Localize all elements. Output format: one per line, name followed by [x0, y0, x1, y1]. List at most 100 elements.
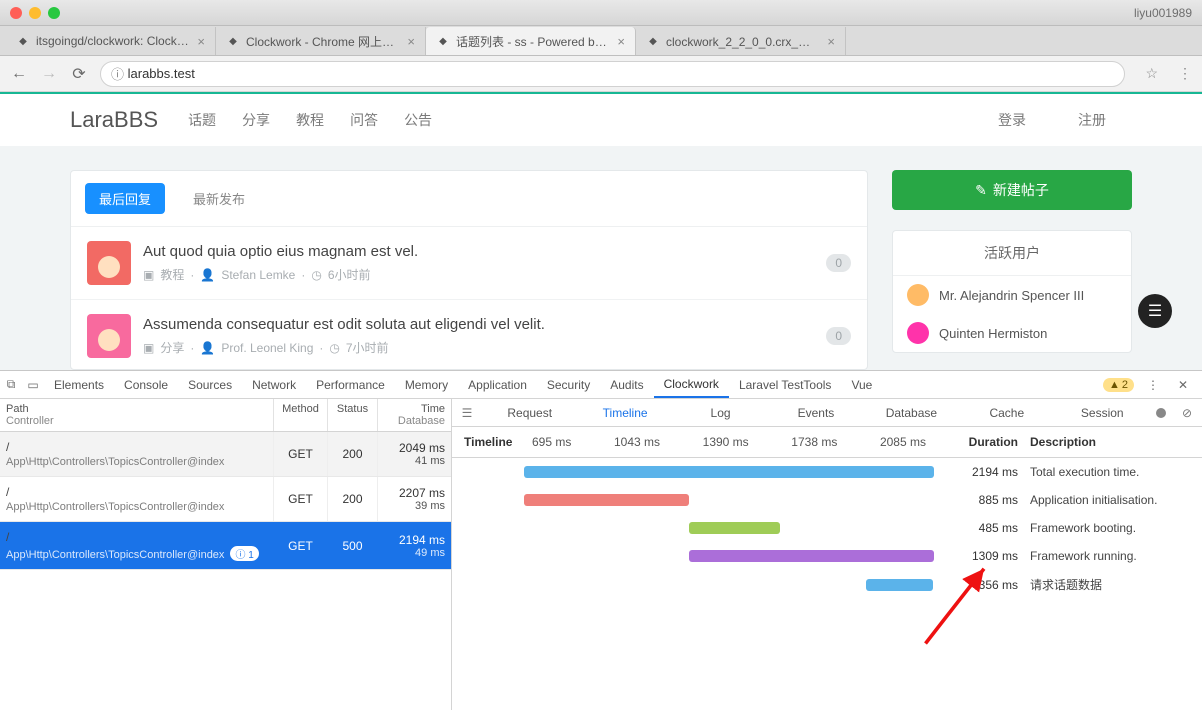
device-icon[interactable]: ▭: [22, 378, 44, 392]
tab-close-icon[interactable]: ×: [407, 34, 415, 49]
active-users-panel: 活跃用户 Mr. Alejandrin Spencer IIIQuinten H…: [892, 230, 1132, 353]
timeline-description: Application initialisation.: [1030, 493, 1190, 507]
timeline-duration: 356 ms: [944, 578, 1018, 592]
site-brand[interactable]: LaraBBS: [70, 107, 158, 133]
avatar: [87, 314, 131, 358]
topic-row[interactable]: Aut quod quia optio eius magnam est vel.…: [71, 227, 867, 300]
timeline-row: 2194 ms Total execution time.: [452, 458, 1202, 486]
tab-close-icon[interactable]: ×: [617, 34, 625, 49]
devtools-tab[interactable]: Application: [458, 371, 537, 398]
new-topic-label: 新建帖子: [993, 180, 1049, 200]
favicon-icon: ◆: [646, 34, 660, 48]
page-body: LaraBBS 话题 分享 教程 问答 公告 登录 注册 最后回复 最新发布 Aut q…: [0, 92, 1202, 370]
devtools-tab[interactable]: Memory: [395, 371, 458, 398]
tab-close-icon[interactable]: ×: [197, 34, 205, 49]
nav-link[interactable]: 教程: [296, 112, 324, 128]
filter-last-reply[interactable]: 最后回复: [85, 183, 165, 214]
browser-tab[interactable]: ◆clockwork_2_2_0_0.crx_免费高×: [636, 27, 846, 55]
topic-row[interactable]: Assumenda consequatur est odit soluta au…: [71, 300, 867, 370]
favicon-icon: ◆: [16, 34, 30, 48]
tab-close-icon[interactable]: ×: [827, 34, 835, 49]
devtools-tab[interactable]: Clockwork: [654, 371, 729, 398]
devtools-tab[interactable]: Console: [114, 371, 178, 398]
devtools-tab[interactable]: Elements: [44, 371, 114, 398]
nav-link[interactable]: 分享: [242, 112, 270, 128]
clockwork-subtabs: ☰ RequestTimelineLogEventsDatabaseCacheS…: [452, 399, 1202, 427]
nav-link[interactable]: 公告: [404, 112, 432, 128]
timeline-tick: 1390 ms: [703, 435, 749, 449]
col-description: Description: [1030, 435, 1190, 449]
clockwork-subtab[interactable]: Cache: [959, 406, 1054, 420]
timeline-duration: 885 ms: [944, 493, 1018, 507]
close-window-icon[interactable]: [10, 7, 22, 19]
timeline-bar: [524, 466, 934, 478]
register-link[interactable]: 注册: [1078, 110, 1106, 130]
address-bar[interactable]: ⓘ larabbs.test: [100, 61, 1125, 87]
col-time: Time: [384, 403, 445, 415]
devtools-tab[interactable]: Vue: [841, 371, 882, 398]
clear-icon[interactable]: ⊘: [1172, 406, 1202, 420]
clockwork-subtab[interactable]: Database: [864, 406, 959, 420]
browser-tab[interactable]: ◆Clockwork - Chrome 网上应用×: [216, 27, 426, 55]
user-icon: 👤: [200, 341, 215, 355]
timeline-description: Total execution time.: [1030, 465, 1190, 479]
menu-icon[interactable]: ⋮: [1178, 65, 1192, 82]
bookmark-icon[interactable]: ☆: [1145, 65, 1158, 82]
clockwork-subtab[interactable]: Timeline: [577, 406, 672, 420]
devtools-tab[interactable]: Laravel TestTools: [729, 371, 842, 398]
inspect-icon[interactable]: ⧉: [0, 377, 22, 392]
maximize-window-icon[interactable]: [48, 7, 60, 19]
avatar: [87, 241, 131, 285]
debug-fab-icon[interactable]: ☰: [1138, 294, 1172, 328]
timeline-duration: 2194 ms: [944, 465, 1018, 479]
request-row[interactable]: /App\Http\Controllers\TopicsController@i…: [0, 522, 451, 570]
browser-tab[interactable]: ◆话题列表 - ss - Powered by La×: [426, 27, 636, 55]
timeline-duration: 1309 ms: [944, 549, 1018, 563]
devtools-tabstrip: ⧉ ▭ ElementsConsoleSourcesNetworkPerform…: [0, 371, 1202, 399]
timeline-bar: [866, 579, 933, 591]
timeline-duration: 485 ms: [944, 521, 1018, 535]
new-topic-button[interactable]: ✎ 新建帖子: [892, 170, 1132, 210]
timeline-tick: 695 ms: [532, 435, 571, 449]
col-database: Database: [384, 415, 445, 427]
active-user-row[interactable]: Quinten Hermiston: [893, 314, 1131, 352]
list-icon[interactable]: ☰: [452, 406, 482, 420]
nav-link[interactable]: 话题: [188, 112, 216, 128]
devtools-close-icon[interactable]: ✕: [1172, 378, 1194, 392]
clockwork-subtab[interactable]: Request: [482, 406, 577, 420]
clockwork-subtab[interactable]: Log: [673, 406, 768, 420]
devtools-tab[interactable]: Network: [242, 371, 306, 398]
clock-icon: ◷: [329, 341, 339, 355]
record-icon[interactable]: [1156, 408, 1166, 418]
timeline-row: 485 msFramework booting.: [452, 514, 1202, 542]
clockwork-subtab[interactable]: Events: [768, 406, 863, 420]
back-icon[interactable]: ←: [10, 65, 28, 83]
nav-link[interactable]: 问答: [350, 112, 378, 128]
forward-icon: →: [40, 65, 58, 83]
col-controller: Controller: [6, 415, 267, 427]
request-row[interactable]: /App\Http\Controllers\TopicsController@i…: [0, 477, 451, 522]
warnings-badge[interactable]: ▲ 2: [1103, 378, 1134, 392]
minimize-window-icon[interactable]: [29, 7, 41, 19]
login-link[interactable]: 登录: [998, 110, 1026, 130]
request-row[interactable]: /App\Http\Controllers\TopicsController@i…: [0, 432, 451, 477]
devtools-tab[interactable]: Sources: [178, 371, 242, 398]
avatar: [907, 284, 929, 306]
active-users-header: 活跃用户: [893, 231, 1131, 276]
filter-newest[interactable]: 最新发布: [179, 183, 259, 214]
timeline-bar: [524, 494, 689, 506]
devtools-tab[interactable]: Audits: [600, 371, 653, 398]
browser-toolbar: ← → ⟳ ⓘ larabbs.test ☆ ⋮: [0, 56, 1202, 92]
reload-icon[interactable]: ⟳: [70, 64, 88, 84]
browser-tab[interactable]: ◆itsgoingd/clockwork: Clockwo×: [6, 27, 216, 55]
timeline-tick: 1043 ms: [614, 435, 660, 449]
devtools-menu-icon[interactable]: ⋮: [1142, 378, 1164, 392]
window-titlebar: liyu001989: [0, 0, 1202, 26]
user-icon: 👤: [200, 268, 215, 282]
devtools-tab[interactable]: Performance: [306, 371, 395, 398]
error-badge: ⓘ 1: [230, 546, 258, 561]
clockwork-subtab[interactable]: Session: [1055, 406, 1150, 420]
devtools-panel: ⧉ ▭ ElementsConsoleSourcesNetworkPerform…: [0, 370, 1202, 710]
devtools-tab[interactable]: Security: [537, 371, 600, 398]
active-user-row[interactable]: Mr. Alejandrin Spencer III: [893, 276, 1131, 314]
